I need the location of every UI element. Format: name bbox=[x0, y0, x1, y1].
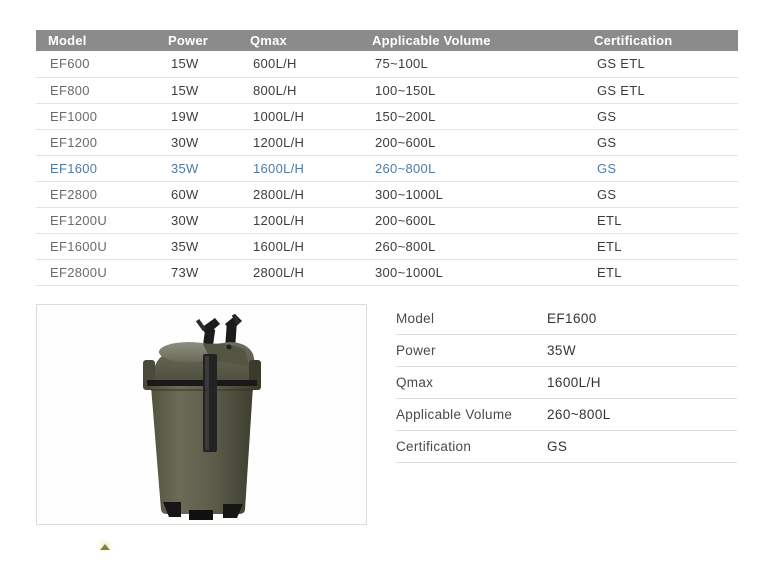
cell-qmax: 1600L/H bbox=[238, 155, 360, 181]
cell-volume: 300~1000L bbox=[360, 259, 582, 285]
col-header-qmax: Qmax bbox=[238, 30, 360, 51]
canister-filter-photo bbox=[141, 314, 263, 520]
detail-row-volume: Applicable Volume 260~800L bbox=[396, 399, 737, 431]
detail-label: Qmax bbox=[396, 375, 547, 390]
detail-label: Applicable Volume bbox=[396, 407, 547, 422]
cell-qmax: 1200L/H bbox=[238, 129, 360, 155]
cell-volume: 100~150L bbox=[360, 77, 582, 103]
cell-cert: GS ETL bbox=[582, 51, 738, 77]
detail-panel: Model EF1600 Power 35W Qmax 1600L/H Appl… bbox=[396, 303, 737, 463]
table-row-ef2800[interactable]: EF2800 60W 2800L/H 300~1000L GS bbox=[36, 181, 738, 207]
cell-volume: 260~800L bbox=[360, 155, 582, 181]
cell-power: 19W bbox=[156, 103, 238, 129]
cell-model: EF1600 bbox=[36, 155, 156, 181]
cell-cert: GS ETL bbox=[582, 77, 738, 103]
cell-qmax: 2800L/H bbox=[238, 181, 360, 207]
cell-qmax: 2800L/H bbox=[238, 259, 360, 285]
table-row-ef1000[interactable]: EF1000 19W 1000L/H 150~200L GS bbox=[36, 103, 738, 129]
detail-row-qmax: Qmax 1600L/H bbox=[396, 367, 737, 399]
cell-model: EF2800 bbox=[36, 181, 156, 207]
detail-row-model: Model EF1600 bbox=[396, 303, 737, 335]
col-header-certification: Certification bbox=[582, 30, 738, 51]
detail-value: 260~800L bbox=[547, 407, 611, 422]
detail-label: Certification bbox=[396, 439, 547, 454]
cell-model: EF1600U bbox=[36, 233, 156, 259]
cell-cert: ETL bbox=[582, 259, 738, 285]
cell-power: 15W bbox=[156, 51, 238, 77]
cell-volume: 200~600L bbox=[360, 129, 582, 155]
detail-value: EF1600 bbox=[547, 311, 597, 326]
table-row-ef1600u[interactable]: EF1600U 35W 1600L/H 260~800L ETL bbox=[36, 233, 738, 259]
scroll-up-arrow[interactable] bbox=[96, 538, 114, 552]
cell-cert: GS bbox=[582, 103, 738, 129]
cell-model: EF1200U bbox=[36, 207, 156, 233]
col-header-volume: Applicable Volume bbox=[360, 30, 582, 51]
table-row-ef1200u[interactable]: EF1200U 30W 1200L/H 200~600L ETL bbox=[36, 207, 738, 233]
cell-volume: 75~100L bbox=[360, 51, 582, 77]
cell-volume: 150~200L bbox=[360, 103, 582, 129]
cell-model: EF600 bbox=[36, 51, 156, 77]
cell-qmax: 1600L/H bbox=[238, 233, 360, 259]
filter-body bbox=[151, 386, 253, 514]
col-header-power: Power bbox=[156, 30, 238, 51]
cell-power: 35W bbox=[156, 155, 238, 181]
cell-power: 15W bbox=[156, 77, 238, 103]
spec-table-header-row: Model Power Qmax Applicable Volume Certi… bbox=[36, 30, 738, 51]
table-row-ef2800u[interactable]: EF2800U 73W 2800L/H 300~1000L ETL bbox=[36, 259, 738, 285]
cell-volume: 260~800L bbox=[360, 233, 582, 259]
table-row-ef800[interactable]: EF800 15W 800L/H 100~150L GS ETL bbox=[36, 77, 738, 103]
detail-label: Model bbox=[396, 311, 547, 326]
col-header-model: Model bbox=[36, 30, 156, 51]
table-row-ef1200[interactable]: EF1200 30W 1200L/H 200~600L GS bbox=[36, 129, 738, 155]
cell-qmax: 600L/H bbox=[238, 51, 360, 77]
product-image-frame bbox=[36, 304, 367, 525]
cell-power: 60W bbox=[156, 181, 238, 207]
cell-cert: ETL bbox=[582, 207, 738, 233]
detail-value: 35W bbox=[547, 343, 576, 358]
cell-qmax: 1000L/H bbox=[238, 103, 360, 129]
cell-model: EF1200 bbox=[36, 129, 156, 155]
detail-row-power: Power 35W bbox=[396, 335, 737, 367]
detail-value: GS bbox=[547, 439, 567, 454]
cell-qmax: 1200L/H bbox=[238, 207, 360, 233]
detail-row-certification: Certification GS bbox=[396, 431, 737, 463]
detail-value: 1600L/H bbox=[547, 375, 601, 390]
cell-cert: GS bbox=[582, 155, 738, 181]
table-row-ef1600-selected[interactable]: EF1600 35W 1600L/H 260~800L GS bbox=[36, 155, 738, 181]
cell-volume: 300~1000L bbox=[360, 181, 582, 207]
cell-power: 73W bbox=[156, 259, 238, 285]
spec-table: Model Power Qmax Applicable Volume Certi… bbox=[36, 30, 738, 286]
cell-power: 30W bbox=[156, 129, 238, 155]
cell-volume: 200~600L bbox=[360, 207, 582, 233]
cell-model: EF2800U bbox=[36, 259, 156, 285]
cell-cert: GS bbox=[582, 129, 738, 155]
detail-label: Power bbox=[396, 343, 547, 358]
triangle-up-icon bbox=[100, 544, 110, 550]
cell-power: 35W bbox=[156, 233, 238, 259]
product-spec-page: Model Power Qmax Applicable Volume Certi… bbox=[0, 0, 772, 576]
cell-cert: GS bbox=[582, 181, 738, 207]
cell-qmax: 800L/H bbox=[238, 77, 360, 103]
table-row-ef600[interactable]: EF600 15W 600L/H 75~100L GS ETL bbox=[36, 51, 738, 77]
cell-power: 30W bbox=[156, 207, 238, 233]
cell-model: EF1000 bbox=[36, 103, 156, 129]
cell-cert: ETL bbox=[582, 233, 738, 259]
cell-model: EF800 bbox=[36, 77, 156, 103]
